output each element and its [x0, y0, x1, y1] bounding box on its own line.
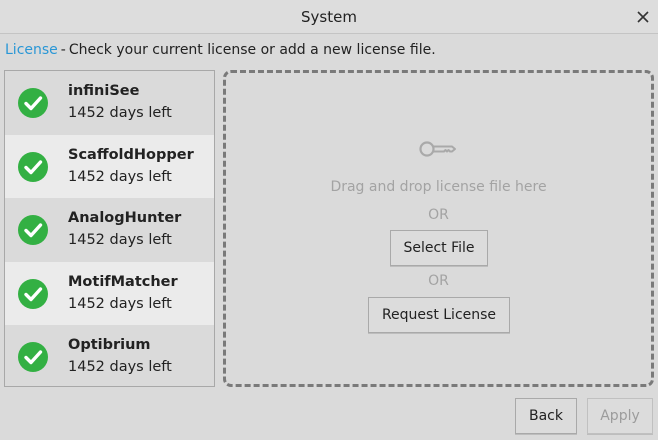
license-name: infiniSee: [68, 83, 140, 99]
drop-hint: Drag and drop license file here: [330, 179, 547, 195]
title-bar: System: [0, 0, 658, 34]
list-item[interactable]: MotifMatcher 1452 days left: [5, 261, 214, 326]
license-name: AnalogHunter: [68, 210, 182, 227]
list-item[interactable]: infiniSee 1452 days left: [5, 71, 214, 135]
license-list: infiniSee 1452 days left ScaffoldHopper …: [4, 70, 215, 387]
check-circle-icon: [18, 342, 48, 373]
list-item[interactable]: AnalogHunter 1452 days left: [5, 198, 214, 262]
key-icon: [419, 141, 456, 157]
request-license-button[interactable]: Request License: [368, 297, 510, 333]
header-separator: -: [60, 42, 66, 58]
or-label: OR: [428, 273, 449, 289]
license-days: 1452 days left: [68, 295, 172, 312]
list-item[interactable]: Optibrium 1452 days left: [5, 325, 214, 386]
back-button[interactable]: Back: [515, 398, 577, 434]
license-days: 1452 days left: [68, 232, 172, 249]
close-icon[interactable]: [634, 8, 652, 26]
license-days: 1452 days left: [68, 105, 172, 121]
select-file-button[interactable]: Select File: [390, 230, 488, 266]
list-item[interactable]: ScaffoldHopper 1452 days left: [5, 134, 214, 199]
section-title: License: [5, 42, 58, 58]
license-name: ScaffoldHopper: [68, 146, 194, 163]
or-label: OR: [428, 207, 449, 223]
header-description: Check your current license or add a new …: [68, 42, 436, 58]
check-circle-icon: [18, 88, 48, 118]
license-days: 1452 days left: [68, 359, 172, 376]
license-name: MotifMatcher: [68, 273, 178, 290]
license-drop-zone[interactable]: Drag and drop license file here OR Selec…: [223, 70, 654, 387]
check-circle-icon: [18, 278, 48, 309]
check-circle-icon: [18, 151, 48, 182]
license-name: Optibrium: [68, 337, 151, 354]
license-days: 1452 days left: [68, 168, 172, 185]
apply-button[interactable]: Apply: [587, 398, 653, 434]
window-title: System: [301, 8, 357, 26]
page-header: License - Check your current license or ad…: [5, 40, 436, 60]
check-circle-icon: [18, 215, 48, 246]
